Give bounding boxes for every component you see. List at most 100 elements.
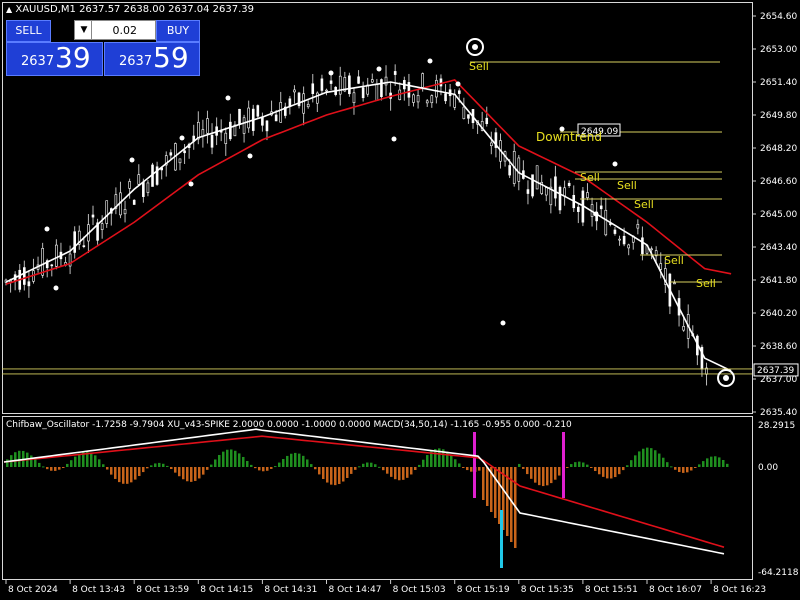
lot-dropdown-icon[interactable]: ▼: [77, 21, 92, 39]
sell-price-button[interactable]: 2637 39: [6, 41, 103, 76]
lot-size-field[interactable]: ▼: [74, 20, 156, 40]
sell-button[interactable]: SELL: [6, 20, 51, 42]
candle-body: [636, 224, 640, 229]
oscillator-histogram-bar: [278, 462, 281, 467]
candle-body: [457, 90, 461, 94]
fractal-dot: [179, 135, 185, 141]
oscillator-histogram-bar: [566, 467, 569, 468]
price-axis-label: 2638.60: [760, 342, 797, 352]
oscillator-histogram-bar: [658, 453, 661, 467]
oscillator-histogram-bar: [410, 467, 413, 475]
buy-price-prefix: 2637: [119, 54, 153, 69]
candle-body: [535, 165, 539, 190]
candle-body: [82, 245, 86, 247]
oscillator-histogram-bar: [670, 466, 673, 468]
oscillator-histogram-bar: [206, 467, 209, 470]
oscillator-histogram-bar: [678, 467, 681, 473]
oscillator-histogram-bar: [74, 456, 77, 467]
candle-body: [279, 102, 283, 123]
candle-body: [641, 237, 644, 255]
candle-body: [599, 205, 603, 210]
oscillator-histogram-bar: [158, 462, 161, 467]
candle-body: [105, 200, 109, 224]
oscillator-histogram-bar: [266, 467, 269, 471]
oscillator-histogram-bar: [282, 459, 285, 467]
oscillator-histogram-bar: [250, 464, 253, 467]
sell-annotation: Sell: [696, 277, 716, 290]
oscillator-histogram-bar: [342, 467, 345, 482]
candle-body: [430, 95, 434, 104]
downtrend-annotation: Downtrend: [536, 130, 602, 144]
candle-body: [320, 78, 324, 91]
candle-body: [178, 158, 182, 164]
price-axis-label: 2649.80: [760, 111, 797, 121]
candle-body: [490, 142, 493, 147]
oscillator-histogram-bar: [34, 459, 37, 467]
candle-body: [50, 264, 54, 267]
oscillator-histogram-bar: [306, 459, 309, 467]
oscillator-histogram-bar: [550, 467, 553, 484]
oscillator-histogram-bar: [606, 467, 609, 479]
oscillator-histogram-bar: [174, 467, 177, 473]
chart-canvas[interactable]: 2654.60 2653.00 2651.40 2649.80 2648.20 2646.…: [0, 0, 800, 600]
oscillator-histogram-bar: [62, 467, 65, 468]
oscillator-histogram-bar: [394, 467, 397, 480]
candle-body: [435, 80, 438, 98]
fast-ma-line: [5, 81, 732, 372]
oscillator-histogram-bar: [170, 467, 173, 470]
fractal-dot: [455, 81, 461, 87]
candle-body: [256, 105, 260, 117]
oscillator-histogram-bar: [130, 467, 133, 483]
oscillator-histogram-bar: [218, 454, 221, 467]
candle-body: [673, 282, 676, 285]
lot-size-input[interactable]: [93, 22, 137, 38]
oscillator-histogram-bar: [98, 459, 101, 467]
oscillator-histogram-bar: [362, 463, 365, 467]
collapse-arrow-icon[interactable]: ▲: [6, 5, 12, 14]
oscillator-histogram-bar: [90, 452, 93, 467]
candle-body: [567, 182, 571, 186]
buy-button[interactable]: BUY: [156, 20, 200, 42]
oscillator-histogram-bar: [358, 466, 361, 468]
oscillator-axis-label: -64.2118: [758, 568, 799, 578]
fractal-dot: [612, 161, 618, 167]
oscillator-histogram-bar: [78, 453, 81, 467]
price-axis-label: 2645.00: [760, 210, 797, 220]
candle-body: [41, 248, 44, 276]
oscillator-histogram-bar: [702, 461, 705, 467]
oscillator-histogram-bar: [18, 450, 21, 467]
candle-body: [370, 79, 374, 83]
candle-body: [462, 106, 466, 119]
candle-body: [682, 326, 685, 331]
oscillator-histogram-bar: [510, 467, 513, 542]
oscillator-histogram-bar: [418, 464, 421, 467]
oscillator-histogram-bar: [70, 460, 73, 467]
fractal-dot: [225, 95, 231, 101]
fractal-dot: [44, 226, 50, 232]
oscillator-histogram-bar: [586, 464, 589, 467]
oscillator-histogram-bar: [346, 467, 349, 478]
candle-body: [293, 89, 296, 93]
candle-body: [27, 281, 31, 287]
oscillator-histogram-bar: [614, 467, 617, 478]
oscillator-histogram-bar: [230, 449, 233, 467]
oscillator-histogram-bar: [654, 450, 657, 467]
oscillator-histogram-bar: [698, 464, 701, 467]
oscillator-histogram-bar: [662, 457, 665, 467]
signal-dot: [723, 375, 729, 381]
oscillator-histogram-bar: [534, 467, 537, 483]
oscillator-histogram-bar: [242, 456, 245, 467]
oscillator-histogram-bar: [686, 467, 689, 473]
time-axis-label: 8 Oct 16:23: [713, 585, 766, 595]
one-click-trading-panel: SELL ▼ BUY 2637 39 2637 59: [6, 20, 200, 76]
fractal-dot: [247, 153, 253, 159]
candle-body: [206, 118, 209, 134]
price-axis-label: 2641.80: [760, 276, 797, 286]
buy-price-button[interactable]: 2637 59: [104, 41, 200, 76]
candle-body: [650, 248, 653, 251]
oscillator-histogram-bar: [214, 459, 217, 467]
oscillator-main-line: [3, 428, 725, 555]
oscillator-histogram-bar: [714, 456, 717, 467]
candle-body: [238, 108, 241, 125]
candle-body: [146, 182, 150, 193]
